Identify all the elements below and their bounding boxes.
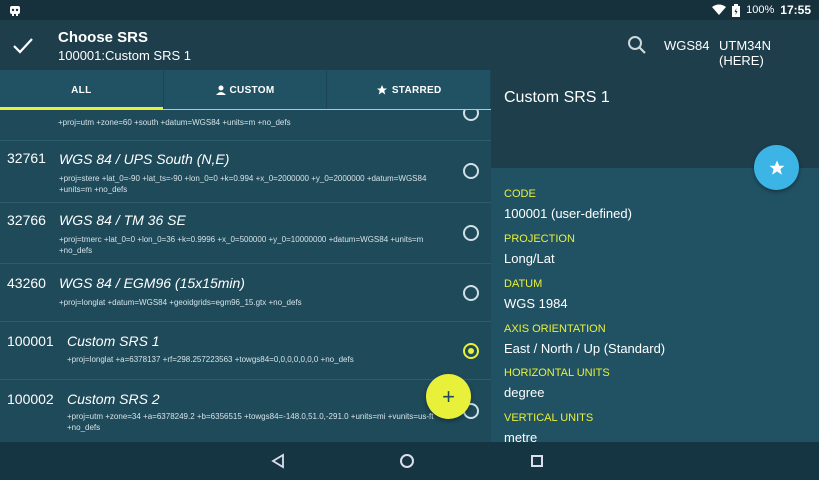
home-icon[interactable] [400, 454, 414, 468]
status-bar: 100% 17:55 [0, 0, 819, 20]
list-item[interactable]: 43260 WGS 84 / EGM96 (15x15min) +proj=lo… [0, 264, 491, 322]
field-label-horizontal-units: HORIZONTAL UNITS [504, 367, 610, 379]
recents-icon[interactable] [531, 455, 543, 467]
srs-definition: +proj=tmerc +lat_0=0 +lon_0=36 +k=0.9996… [59, 235, 424, 255]
search-icon[interactable] [627, 35, 647, 55]
srs-code: 100001 [7, 333, 54, 349]
utm34n-button[interactable]: UTM34N (HERE) [719, 38, 819, 68]
field-value-vertical-units: metre [504, 430, 538, 442]
add-srs-button[interactable]: + [426, 374, 471, 419]
battery-icon [732, 3, 741, 17]
field-label-datum: DATUM [504, 278, 543, 290]
srs-list: +proj=utm +zone=60 +south +datum=WGS84 +… [0, 110, 491, 442]
srs-name: WGS 84 / EGM96 (15x15min) [59, 275, 245, 291]
srs-name: WGS 84 / UPS South (N,E) [59, 151, 230, 167]
tab-bar: ALL CUSTOM STARRED [0, 70, 492, 110]
field-label-vertical-units: VERTICAL UNITS [504, 412, 594, 424]
list-item[interactable]: 32766 WGS 84 / TM 36 SE +proj=tmerc +lat… [0, 203, 491, 264]
tab-custom[interactable]: CUSTOM [164, 70, 328, 110]
star-button[interactable] [754, 145, 799, 190]
field-value-axis: East / North / Up (Standard) [504, 341, 666, 356]
star-icon [769, 160, 784, 175]
field-label-axis: AXIS ORIENTATION [504, 323, 606, 335]
tab-starred[interactable]: STARRED [327, 70, 492, 110]
field-value-projection: Long/Lat [504, 251, 555, 266]
check-icon[interactable] [12, 34, 34, 56]
srs-code: 100002 [7, 391, 54, 407]
plus-icon: + [442, 383, 455, 409]
radio-button[interactable] [463, 163, 479, 179]
radio-button[interactable] [463, 285, 479, 301]
star-icon [376, 85, 387, 95]
srs-definition: +proj=longlat +datum=WGS84 +geoidgrids=e… [59, 298, 302, 307]
list-item[interactable]: 100001 Custom SRS 1 +proj=longlat +a=637… [0, 322, 491, 380]
clock: 17:55 [780, 3, 811, 17]
srs-code: 43260 [7, 275, 46, 291]
srs-definition: +proj=utm +zone=34 +a=6378249.2 +b=63565… [67, 412, 434, 432]
srs-definition: +proj=stere +lat_0=-90 +lat_ts=-90 +lon_… [59, 174, 427, 194]
srs-name: Custom SRS 1 [67, 333, 160, 349]
field-value-horizontal-units: degree [504, 385, 545, 400]
page-title: Choose SRS [58, 29, 149, 46]
tab-label: ALL [71, 84, 92, 96]
srs-definition: +proj=utm +zone=60 +south +datum=WGS84 +… [58, 118, 291, 127]
android-debug-icon [10, 6, 20, 16]
srs-name: Custom SRS 2 [67, 391, 160, 407]
system-nav-bar [0, 442, 819, 480]
detail-title: Custom SRS 1 [504, 89, 610, 106]
wgs84-button[interactable]: WGS84 [664, 38, 710, 53]
radio-button-selected[interactable] [463, 343, 479, 359]
field-value-code: 100001 (user-defined) [504, 206, 632, 221]
app-bar: Choose SRS 100001:Custom SRS 1 WGS84 UTM… [0, 20, 819, 70]
radio-button[interactable] [463, 110, 479, 121]
page-subtitle: 100001:Custom SRS 1 [58, 48, 191, 63]
back-icon[interactable] [270, 453, 286, 469]
tab-label: CUSTOM [229, 84, 275, 96]
battery-percent: 100% [746, 4, 775, 16]
tab-all[interactable]: ALL [0, 70, 164, 110]
list-item[interactable]: 100002 Custom SRS 2 +proj=utm +zone=34 +… [0, 380, 491, 442]
radio-button[interactable] [463, 225, 479, 241]
srs-code: 32761 [7, 150, 46, 166]
person-icon [215, 85, 226, 95]
list-item[interactable]: 32761 WGS 84 / UPS South (N,E) +proj=ste… [0, 141, 491, 203]
field-label-projection: PROJECTION [504, 233, 575, 245]
list-item[interactable]: +proj=utm +zone=60 +south +datum=WGS84 +… [0, 110, 491, 141]
srs-name: WGS 84 / TM 36 SE [59, 212, 186, 228]
srs-definition: +proj=longlat +a=6378137 +rf=298.2572235… [67, 355, 354, 364]
srs-code: 32766 [7, 212, 46, 228]
tab-label: STARRED [391, 84, 442, 96]
wifi-icon [712, 4, 727, 15]
field-value-datum: WGS 1984 [504, 296, 568, 311]
field-label-code: CODE [504, 188, 536, 200]
